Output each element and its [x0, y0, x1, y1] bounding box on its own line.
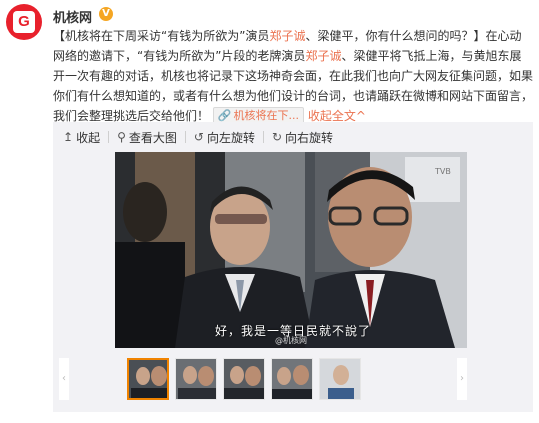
thumbnail[interactable] — [127, 358, 169, 400]
media-panel: ↥ 收起 ⚲ 查看大图 ↺ 向左旋转 ↻ 向右旋转 TVB 好，我是一等日民就不… — [53, 122, 533, 412]
thumbnail-strip: ‹ › — [53, 358, 533, 404]
svg-text:TVB: TVB — [434, 167, 451, 176]
photo-scene: TVB — [115, 152, 467, 348]
magnifier-icon: ⚲ — [117, 130, 126, 144]
thumbs-next-chevron-icon[interactable]: › — [457, 358, 467, 400]
thumbnail[interactable] — [319, 358, 361, 400]
collapse-button[interactable]: ↥ 收起 — [63, 129, 100, 146]
watermark: @机核网 — [275, 336, 307, 345]
thumbnail[interactable] — [223, 358, 265, 400]
link-icon: 🔗 — [217, 109, 232, 122]
collapse-text-link[interactable]: 收起全文 — [308, 109, 356, 123]
thumbnail[interactable] — [175, 358, 217, 400]
media-toolbar: ↥ 收起 ⚲ 查看大图 ↺ 向左旋转 ↻ 向右旋转 — [53, 122, 533, 152]
thumbnail-image — [176, 359, 216, 399]
logo-icon: G — [13, 11, 35, 33]
thumbnail[interactable] — [271, 358, 313, 400]
rotate-left-button[interactable]: ↺ 向左旋转 — [194, 129, 255, 146]
thumbs-prev-chevron-icon[interactable]: ‹ — [59, 358, 69, 400]
thumbnail-image — [272, 359, 312, 399]
thumbnail-image — [320, 359, 360, 399]
verified-badge-icon: V — [99, 7, 113, 21]
main-photo[interactable]: TVB 好，我是一等日民就不說了 @机核网 — [115, 152, 467, 348]
divider — [108, 131, 110, 143]
post-text: 【机核将在下周采访“有钱为所欲为”演员郑子诚、梁健平，你有什么想问的吗？】在心动… — [53, 29, 534, 124]
up-arrow-icon: ^ — [355, 109, 366, 123]
avatar[interactable]: G — [6, 4, 42, 40]
collapse-icon: ↥ — [63, 130, 74, 144]
thumbnail-image — [129, 360, 167, 398]
rotate-right-button[interactable]: ↻ 向右旋转 — [272, 129, 333, 146]
thumbnail-image — [224, 359, 264, 399]
view-large-button[interactable]: ⚲ 查看大图 — [117, 129, 177, 146]
divider — [262, 131, 264, 143]
username[interactable]: 机核网 — [53, 7, 92, 26]
mention-zheng-zicheng[interactable]: 郑子诚 — [269, 29, 305, 43]
divider — [184, 131, 186, 143]
rotate-right-icon: ↻ — [271, 130, 283, 144]
mention-zheng-zicheng-2[interactable]: 郑子诚 — [305, 49, 341, 63]
rotate-left-icon: ↺ — [193, 130, 204, 144]
